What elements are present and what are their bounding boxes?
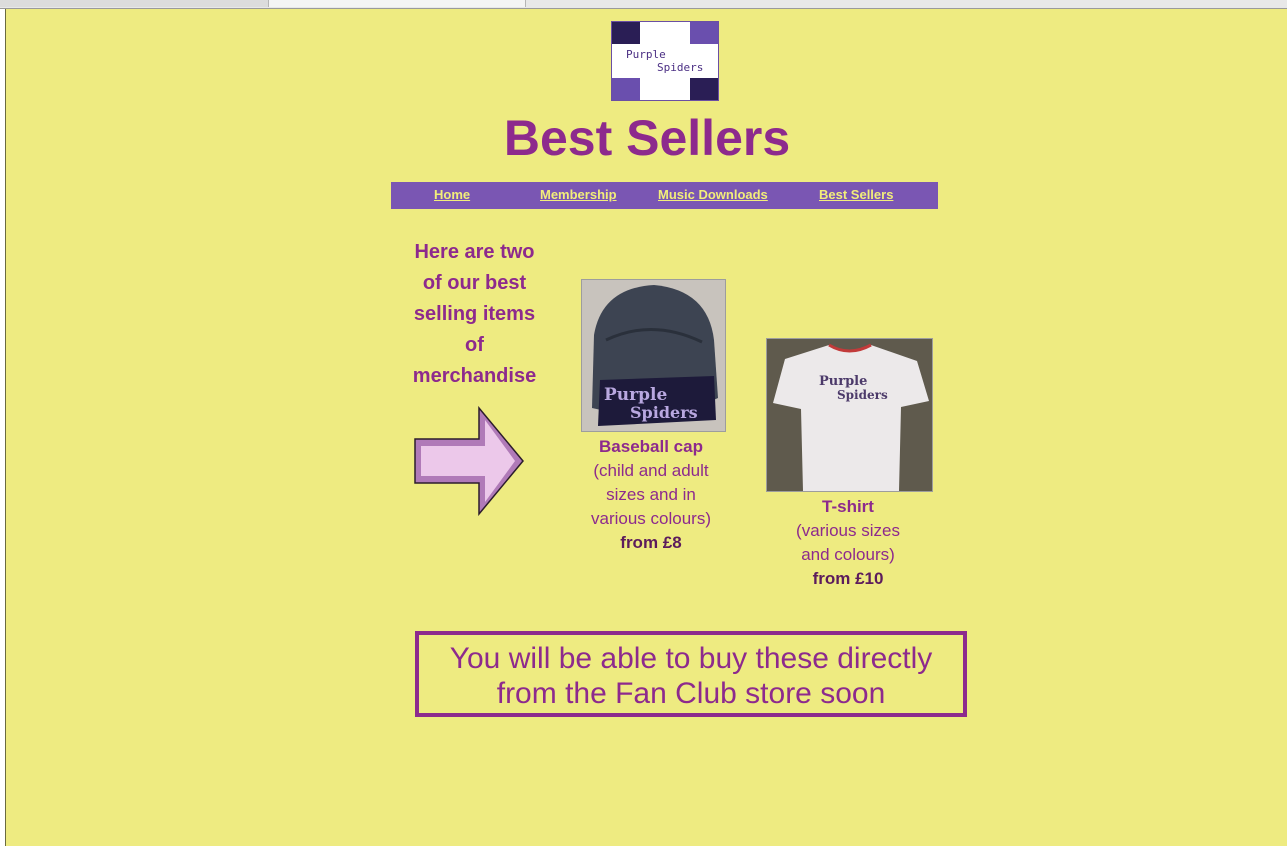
logo-text-line2: Spiders [657,61,704,74]
product-desc: various colours) [591,509,711,528]
intro-line: of our best [422,272,527,294]
browser-tab-active[interactable] [269,0,526,7]
cap-print-line1: Purple [604,385,667,405]
nav-bar: Home Membership Music Downloads Best Sel… [391,182,938,209]
intro-line: merchandise [412,365,537,387]
nav-link-home[interactable]: Home [434,187,470,202]
nav-link-music-downloads[interactable]: Music Downloads [658,187,768,202]
notice-line: You will be able to buy these directly [449,642,933,675]
browser-tab-strip [0,0,1287,9]
logo-corner [612,22,640,44]
t-shirt-photo: Purple Spiders [766,338,933,492]
intro-line: selling items [413,303,536,325]
intro-line: Here are two [414,241,535,263]
logo-corner [612,78,640,100]
product-desc: (various sizes [796,521,900,540]
t-shirt-caption: T-shirt (various sizes and colours) from… [758,495,938,591]
logo-corner [690,78,718,100]
product-desc: (child and adult [593,461,709,480]
product-name: T-shirt [822,497,874,516]
browser-tab[interactable] [0,0,269,7]
page-body: Purple Spiders Best Sellers Home Members… [5,9,1287,846]
product-price: from £10 [812,569,884,588]
baseball-cap-caption: Baseball cap (child and adult sizes and … [561,435,741,555]
logo-text-line1: Purple [626,48,666,61]
cap-print-line2: Spiders [630,403,698,422]
product-desc: sizes and in [606,485,696,504]
notice-line: from the Fan Club store soon [496,677,886,710]
baseball-cap-photo: Purple Spiders [581,279,726,432]
nav-link-best-sellers[interactable]: Best Sellers [819,187,893,202]
right-arrow-icon [414,406,524,516]
product-desc: and colours) [801,545,895,564]
purple-spiders-logo: Purple Spiders [611,21,719,101]
nav-link-membership[interactable]: Membership [540,187,617,202]
intro-line: of [465,334,484,356]
shirt-print-line2: Spiders [837,388,888,402]
logo-corner [690,22,718,44]
store-notice-box: You will be able to buy these directly f… [415,631,967,717]
intro-text: Here are two of our best selling items o… [391,237,558,392]
product-price: from £8 [620,533,682,552]
product-name: Baseball cap [599,437,703,456]
shirt-print-line1: Purple [819,374,867,389]
page-title: Best Sellers [503,110,791,166]
